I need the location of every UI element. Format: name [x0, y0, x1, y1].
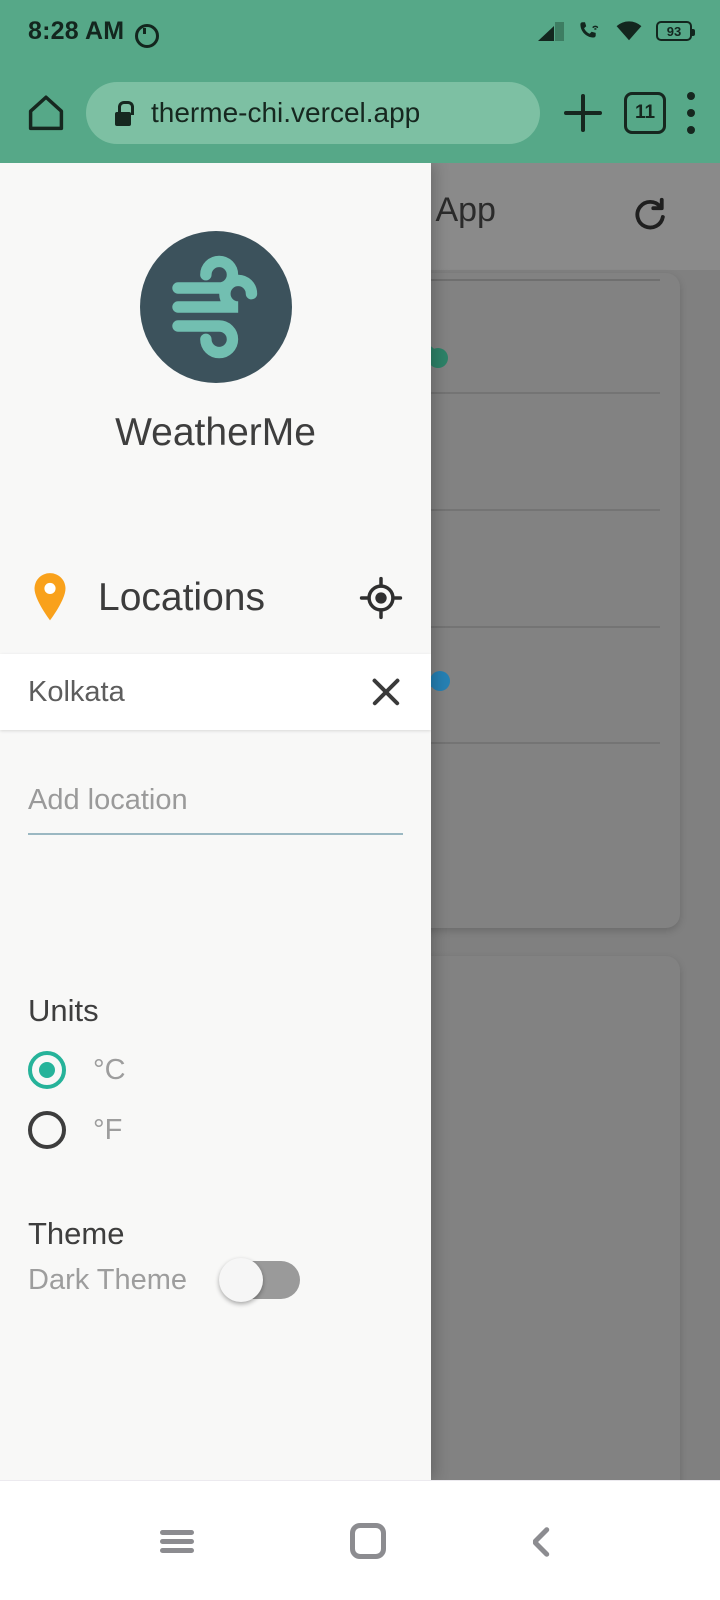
back-chevron-icon[interactable] [536, 1526, 566, 1556]
location-name: Kolkata [28, 675, 125, 708]
radio-celsius[interactable] [28, 1051, 66, 1089]
list-item[interactable]: Kolkata [0, 654, 431, 730]
locations-header: Locations [0, 548, 431, 648]
tab-count: 11 [634, 102, 656, 123]
tab-switcher-button[interactable]: 11 [624, 91, 666, 134]
battery-level: 93 [666, 23, 682, 39]
unit-option-fahrenheit[interactable]: °F [28, 1111, 122, 1149]
android-nav-bar [0, 1480, 720, 1600]
my-location-icon[interactable] [359, 576, 403, 620]
home-square-icon[interactable] [350, 1522, 386, 1559]
unit-label-fahrenheit: °F [93, 1113, 123, 1146]
dark-theme-row[interactable]: Dark Theme [28, 1258, 301, 1302]
dark-theme-toggle[interactable] [219, 1258, 301, 1302]
add-location-placeholder: Add location [28, 784, 188, 816]
battery-icon: 93 [656, 21, 695, 41]
unit-label-celsius: °C [93, 1053, 126, 1086]
status-bar: 8:28 AM 93 [0, 0, 720, 62]
browser-chrome: 8:28 AM 93 therme-chi.vercel.app 11 [0, 0, 720, 163]
toggle-knob [219, 1258, 264, 1302]
unit-option-celsius[interactable]: °C [28, 1051, 126, 1089]
theme-heading: Theme [28, 1216, 125, 1251]
phone-screen: Weather App [0, 0, 720, 1600]
locations-title: Locations [98, 576, 265, 619]
alarm-clock-icon [133, 20, 160, 48]
app-logo [0, 231, 431, 383]
url-bar[interactable]: therme-chi.vercel.app [86, 81, 540, 144]
map-pin-icon [28, 571, 72, 625]
wifi-icon [616, 21, 642, 41]
cellular-signal-icon [538, 21, 564, 41]
units-heading: Units [28, 993, 99, 1028]
browser-toolbar: therme-chi.vercel.app 11 [0, 62, 720, 163]
lock-icon [112, 100, 134, 126]
close-icon[interactable] [369, 675, 403, 709]
url-text: therme-chi.vercel.app [151, 96, 421, 128]
overflow-menu-icon[interactable] [686, 91, 696, 134]
status-bar-time: 8:28 AM [28, 16, 125, 45]
navigation-drawer: WeatherMe Locations Kolkata Add location… [0, 163, 431, 1480]
brand-name: WeatherMe [115, 411, 316, 454]
wifi-calling-icon [578, 20, 602, 42]
home-icon[interactable] [24, 91, 68, 135]
add-location-field[interactable]: Add location [28, 784, 403, 835]
plus-icon[interactable] [560, 90, 606, 136]
radio-fahrenheit[interactable] [28, 1111, 66, 1149]
recents-icon[interactable] [154, 1518, 200, 1564]
add-location-underline [28, 833, 403, 835]
dark-theme-label: Dark Theme [28, 1263, 188, 1296]
wind-icon [171, 255, 257, 359]
